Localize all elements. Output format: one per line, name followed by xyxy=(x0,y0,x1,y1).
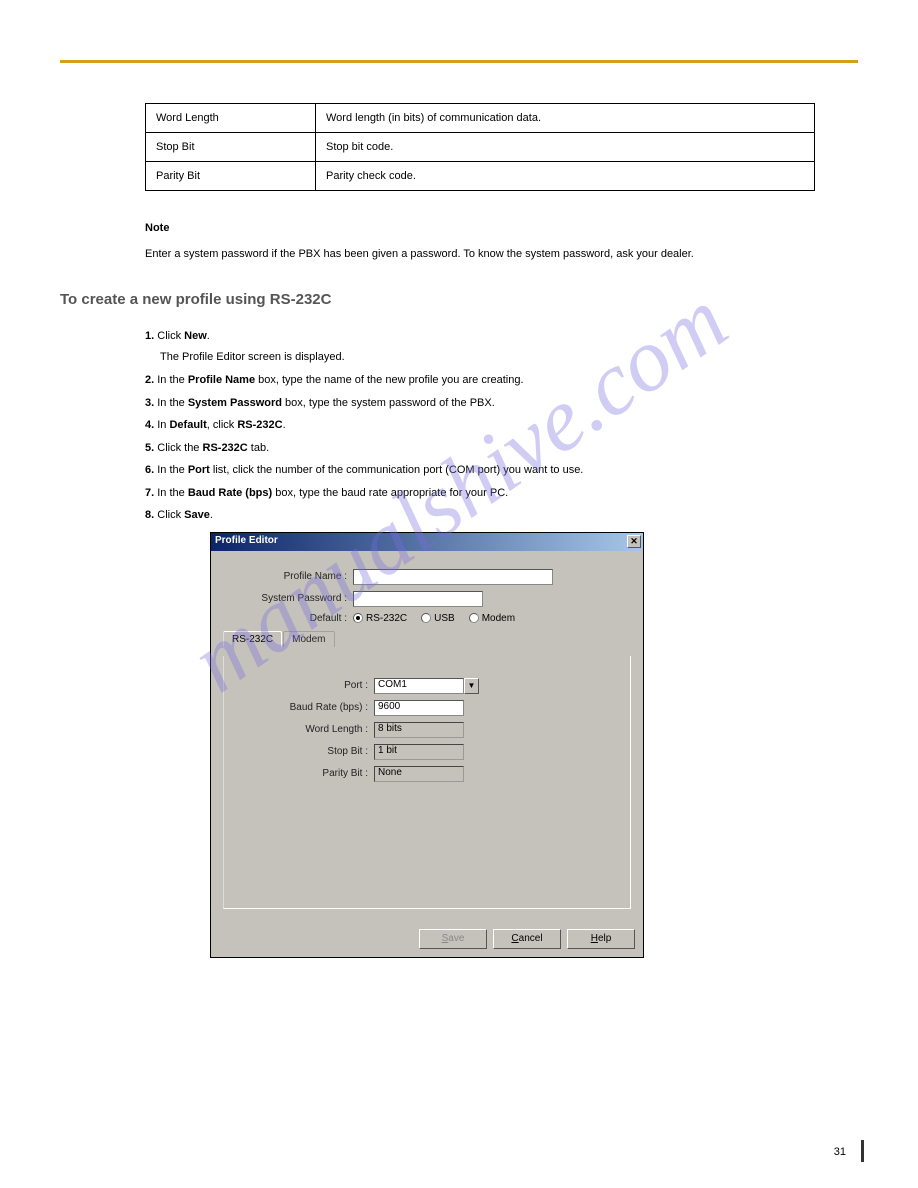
help-button[interactable]: Help xyxy=(567,929,635,949)
table-row: Word Length Word length (in bits) of com… xyxy=(146,104,815,133)
profile-name-input[interactable] xyxy=(353,569,553,585)
tab-modem[interactable]: Modem xyxy=(283,631,334,647)
port-select[interactable]: COM1 xyxy=(374,678,464,694)
tab-rs232c[interactable]: RS-232C xyxy=(223,631,282,647)
profile-name-label: Profile Name : xyxy=(223,571,353,582)
table-row: Stop Bit Stop bit code. xyxy=(146,133,815,162)
dialog-titlebar: Profile Editor ✕ xyxy=(211,533,643,551)
tab-panel: Port : COM1 ▼ Baud Rate (bps) : 9600 Wor… xyxy=(223,656,631,909)
parity-label: Parity Bit : xyxy=(234,768,374,779)
baud-label: Baud Rate (bps) : xyxy=(234,702,374,713)
param-desc: Word length (in bits) of communication d… xyxy=(316,104,815,133)
stopbit-value: 1 bit xyxy=(374,744,464,760)
profile-editor-dialog: Profile Editor ✕ Profile Name : System P… xyxy=(210,532,644,958)
step-3: 3. In the System Password box, type the … xyxy=(145,395,815,412)
cancel-button[interactable]: Cancel xyxy=(493,929,561,949)
radio-modem[interactable]: Modem xyxy=(469,613,515,624)
close-icon[interactable]: ✕ xyxy=(627,535,641,548)
chevron-down-icon[interactable]: ▼ xyxy=(464,678,479,694)
radio-usb[interactable]: USB xyxy=(421,613,455,624)
param-label: Parity Bit xyxy=(146,162,316,191)
step-2: 2. In the Profile Name box, type the nam… xyxy=(145,372,815,389)
port-label: Port : xyxy=(234,680,374,691)
stopbit-label: Stop Bit : xyxy=(234,746,374,757)
param-desc: Parity check code. xyxy=(316,162,815,191)
step-1-result: The Profile Editor screen is displayed. xyxy=(160,350,815,366)
step-4: 4. In Default, click RS-232C. xyxy=(145,417,815,434)
step-1: 1. Click New. xyxy=(145,328,815,345)
wordlength-label: Word Length : xyxy=(234,724,374,735)
step-5: 5. Click the RS-232C tab. xyxy=(145,440,815,457)
page-number: 31 xyxy=(834,1146,846,1158)
note-text: Enter a system password if the PBX has b… xyxy=(145,247,815,263)
wordlength-value: 8 bits xyxy=(374,722,464,738)
save-button[interactable]: Save xyxy=(419,929,487,949)
param-label: Stop Bit xyxy=(146,133,316,162)
param-label: Word Length xyxy=(146,104,316,133)
table-row: Parity Bit Parity check code. xyxy=(146,162,815,191)
step-8: 8. Click Save. xyxy=(145,507,815,524)
radio-rs232c[interactable]: RS-232C xyxy=(353,613,407,624)
dialog-title: Profile Editor xyxy=(215,535,278,546)
page-number-bar xyxy=(861,1140,864,1162)
param-desc: Stop bit code. xyxy=(316,133,815,162)
step-6: 6. In the Port list, click the number of… xyxy=(145,462,815,479)
parity-value: None xyxy=(374,766,464,782)
header-divider xyxy=(60,60,858,63)
section-heading: To create a new profile using RS-232C xyxy=(60,291,858,308)
parameter-table: Word Length Word length (in bits) of com… xyxy=(145,103,815,191)
default-label: Default : xyxy=(223,613,353,624)
step-7: 7. In the Baud Rate (bps) box, type the … xyxy=(145,485,815,502)
baud-input[interactable]: 9600 xyxy=(374,700,464,716)
system-password-input[interactable] xyxy=(353,591,483,607)
system-password-label: System Password : xyxy=(223,593,353,604)
